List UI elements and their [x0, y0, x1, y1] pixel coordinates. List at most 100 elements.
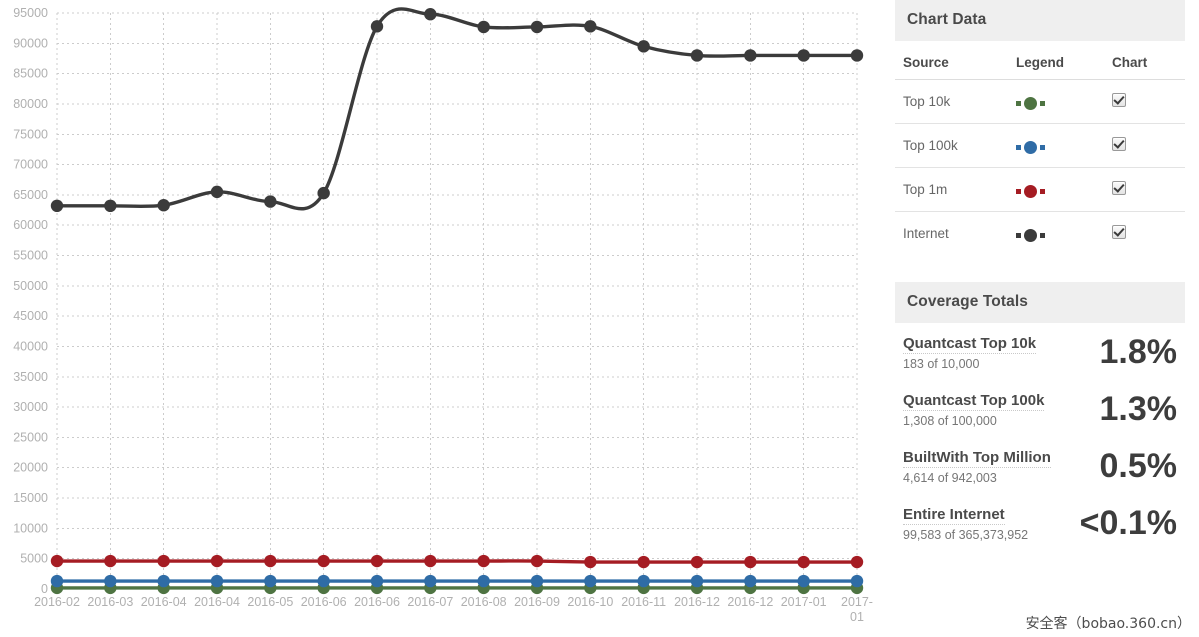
y-axis-tick-label: 90000 [13, 36, 48, 50]
data-point[interactable] [424, 574, 437, 588]
coverage-detail: 183 of 10,000 [903, 356, 980, 371]
data-point[interactable] [157, 199, 170, 212]
y-axis-tick-label: 10000 [13, 521, 48, 535]
y-axis-tick-label: 5000 [20, 552, 48, 566]
data-point[interactable] [210, 574, 224, 588]
data-point[interactable] [850, 555, 864, 569]
chart-visibility-checkbox[interactable] [1111, 181, 1126, 195]
data-point[interactable] [530, 20, 544, 34]
y-axis-tick-label: 80000 [13, 97, 48, 111]
table-row: Internet [895, 212, 1185, 256]
coverage-left: BuiltWith Top Million 4,614 of 942,003 [903, 449, 1051, 485]
data-point[interactable] [370, 574, 384, 588]
series-top-10k [50, 581, 864, 595]
x-axis-tick-label: 2016-11 [621, 595, 666, 609]
watermark-text: 安全客（bobao.360.cn） [1025, 616, 1191, 632]
chart-visibility-checkbox[interactable] [1111, 137, 1126, 151]
data-point[interactable] [370, 20, 384, 33]
data-point[interactable] [530, 554, 544, 568]
data-point[interactable] [744, 555, 757, 569]
table-header-row: Source Legend Chart [895, 41, 1185, 80]
data-point[interactable] [637, 555, 650, 569]
data-point[interactable] [477, 554, 490, 568]
legend-swatch [1016, 79, 1112, 124]
data-point[interactable] [637, 40, 650, 53]
coverage-title: BuiltWith Top Million [903, 448, 1051, 468]
x-axis-tick-label: 2016-04 [141, 595, 187, 609]
data-point[interactable] [584, 555, 597, 569]
data-point[interactable] [157, 554, 170, 568]
column-header-legend: Legend [1016, 41, 1112, 80]
data-point[interactable] [744, 574, 757, 588]
coverage-row: BuiltWith Top Million 4,614 of 942,003 0.5… [895, 437, 1185, 494]
data-point[interactable] [477, 20, 490, 34]
chart-toggle-cell[interactable] [1111, 167, 1185, 212]
x-axis-tick-label: 2016-04 [194, 595, 240, 609]
data-point[interactable] [584, 574, 597, 588]
data-point[interactable] [477, 574, 490, 588]
coverage-title: Quantcast Top 10k [903, 334, 1037, 354]
legend-marker-icon [1016, 184, 1045, 198]
y-axis-tick-label: 35000 [13, 370, 48, 384]
data-point[interactable] [797, 49, 810, 62]
data-point[interactable] [584, 20, 597, 33]
chart-toggle-cell[interactable] [1111, 212, 1185, 256]
y-axis-tick-label: 30000 [13, 400, 48, 414]
data-point[interactable] [210, 554, 224, 568]
chart-visibility-checkbox[interactable] [1111, 225, 1126, 239]
data-point[interactable] [104, 574, 117, 588]
legend-swatch [1016, 123, 1112, 168]
coverage-title: Entire Internet [903, 505, 1005, 525]
source-label: Top 1m [895, 167, 1016, 212]
y-axis-tick-label: 15000 [13, 491, 48, 505]
data-point[interactable] [370, 554, 384, 568]
data-point[interactable] [424, 8, 437, 21]
legend-swatch [1016, 167, 1112, 212]
data-point[interactable] [797, 555, 810, 569]
y-axis-tick-label: 20000 [13, 461, 48, 475]
x-axis-tick-label: 2016-07 [407, 595, 453, 609]
data-point[interactable] [797, 574, 810, 588]
coverage-row: Entire Internet 99,583 of 365,373,952 <0.1… [895, 494, 1185, 551]
data-point[interactable] [317, 574, 330, 588]
data-point[interactable] [690, 49, 704, 62]
data-point[interactable] [424, 554, 437, 568]
chart-toggle-cell[interactable] [1111, 123, 1185, 168]
y-axis-tick-label: 50000 [13, 279, 48, 293]
data-point[interactable] [50, 554, 64, 568]
legend-marker-icon [1016, 96, 1045, 110]
series-line [55, 7, 859, 211]
coverage-percent: <0.1% [1079, 504, 1177, 542]
chart-visibility-checkbox[interactable] [1111, 93, 1126, 107]
y-axis-tick-label: 25000 [13, 430, 48, 444]
data-point[interactable] [317, 186, 330, 200]
data-point[interactable] [530, 574, 544, 588]
chart-toggle-cell[interactable] [1111, 79, 1185, 124]
data-point[interactable] [850, 49, 864, 62]
y-axis-tick-label: 40000 [13, 339, 48, 353]
data-point[interactable] [104, 199, 117, 213]
x-axis-tick-label: 2016-12 [727, 595, 773, 609]
data-point[interactable] [690, 574, 704, 588]
data-point[interactable] [157, 574, 170, 588]
series-top-100k [50, 574, 864, 588]
data-point[interactable] [104, 554, 117, 568]
x-axis-tick-label: 2016-06 [354, 595, 400, 609]
data-point[interactable] [744, 49, 757, 62]
series-internet [50, 7, 864, 213]
data-point[interactable] [264, 554, 277, 568]
data-point[interactable] [690, 555, 704, 569]
data-point[interactable] [317, 554, 330, 568]
x-axis-tick-label: 2017-01 [841, 595, 873, 624]
data-point[interactable] [264, 195, 277, 208]
data-point[interactable] [50, 574, 64, 588]
legend-marker-icon [1016, 140, 1045, 154]
coverage-totals-header: Coverage Totals [895, 282, 1185, 323]
coverage-row: Quantcast Top 10k 183 of 10,000 1.8% [895, 323, 1185, 380]
data-point[interactable] [50, 199, 64, 213]
y-axis-tick-label: 65000 [13, 188, 48, 202]
data-point[interactable] [264, 574, 277, 588]
data-point[interactable] [210, 185, 224, 199]
data-point[interactable] [850, 574, 864, 588]
data-point[interactable] [637, 574, 650, 588]
